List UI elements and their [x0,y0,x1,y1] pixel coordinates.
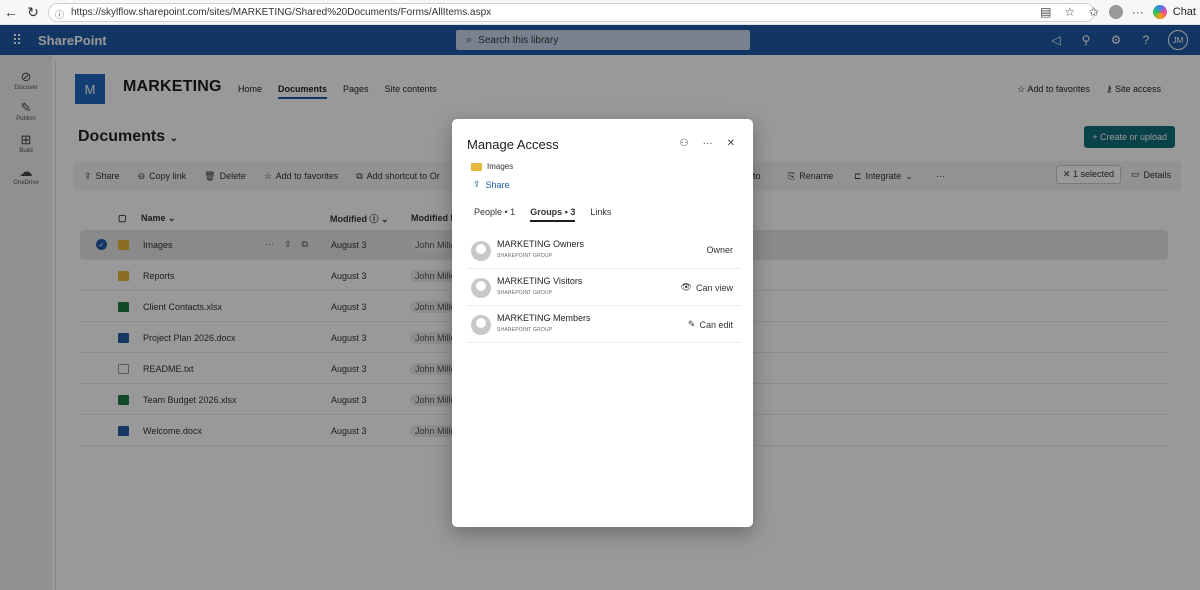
chat-label[interactable]: Chat [1173,6,1196,18]
dialog-share-label: Share [485,179,510,190]
group-name: MARKETING Owners [497,239,585,249]
group-avatar [471,278,491,298]
group-row[interactable]: MARKETING Owners SHAREPOINT GROUP Owner [467,232,741,269]
permission-dropdown[interactable]: 👁 Can view [681,282,733,293]
group-row[interactable]: MARKETING Visitors SHAREPOINT GROUP 👁 Can… [467,269,741,306]
dialog-title: Manage Access [467,137,559,152]
dialog-tabs: People • 1 Groups • 3 Links [474,207,611,222]
address-bar[interactable]: ⓘ https://skylflow.sharepoint.com/sites/… [48,3,1095,22]
group-avatar [471,241,491,261]
url-text: https://skylflow.sharepoint.com/sites/MA… [71,7,492,18]
group-type: SHAREPOINT GROUP [497,290,553,296]
dialog-item: Images [471,162,513,171]
group-type: SHAREPOINT GROUP [497,327,553,333]
browser-toolbar: ← ↻ ⓘ https://skylflow.sharepoint.com/si… [0,0,1200,25]
eye-icon: 👁 [680,282,692,292]
group-name: MARKETING Members [497,313,591,323]
folder-icon [471,162,482,171]
permission-dropdown[interactable]: ✎ Can edit [688,319,733,330]
more-options-icon[interactable]: ··· [703,138,713,149]
permission-text: Can view [695,282,733,293]
dialog-share-button[interactable]: ⇪ Share [473,179,510,190]
add-people-icon[interactable]: ⚇ [680,138,689,149]
reader-icon[interactable]: ▤ [1037,3,1055,21]
group-row[interactable]: MARKETING Members SHAREPOINT GROUP ✎ Can … [467,306,741,343]
share-icon: ⇪ [473,179,481,189]
group-name: MARKETING Visitors [497,276,583,286]
group-avatar [471,315,491,335]
copilot-icon[interactable] [1152,5,1167,19]
back-icon[interactable]: ← [0,1,22,23]
more-icon[interactable]: ··· [1129,3,1147,21]
manage-access-dialog: Manage Access ⚇ ··· ✕ Images ⇪ Share Peo… [452,119,753,527]
tab-people[interactable]: People • 1 [474,207,515,222]
group-type: SHAREPOINT GROUP [497,253,553,259]
permission-text: Owner [706,245,733,255]
favorites-icon[interactable]: ✩ [1085,3,1103,21]
permission-label[interactable]: Owner [706,245,733,255]
profile-avatar[interactable] [1108,5,1123,19]
star-icon[interactable]: ☆ [1061,3,1079,21]
pencil-icon: ✎ [687,319,696,329]
dialog-item-name: Images [487,162,514,171]
tab-groups[interactable]: Groups • 3 [530,207,576,222]
site-info-icon[interactable]: ⓘ [55,8,65,20]
tab-links[interactable]: Links [590,207,611,222]
close-icon[interactable]: ✕ [727,138,735,149]
refresh-icon[interactable]: ↻ [22,1,44,23]
permission-text: Can edit [699,319,733,330]
